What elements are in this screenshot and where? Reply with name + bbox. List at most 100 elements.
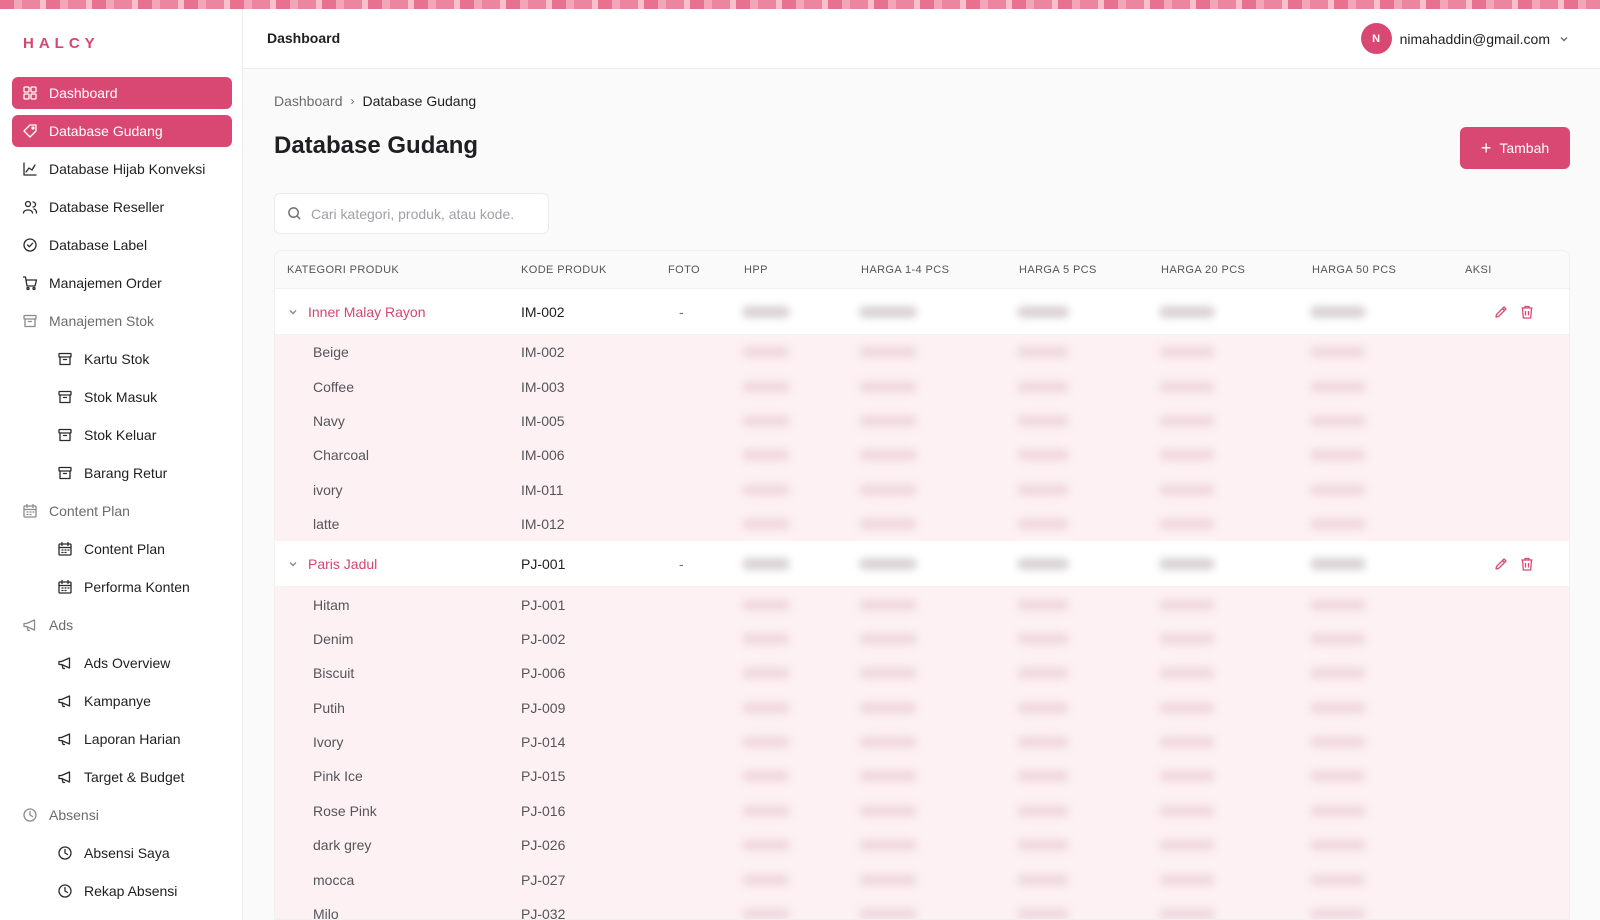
variant-row: Navy IM-005 bbox=[275, 403, 1569, 439]
variant-code: PJ-001 bbox=[521, 596, 566, 613]
sidebar-item-ads-overview[interactable]: Ads Overview bbox=[12, 647, 232, 679]
page-title: Database Gudang bbox=[274, 132, 479, 159]
redacted-price bbox=[1017, 839, 1069, 852]
table-row: Paris Jadul PJ-001 - bbox=[275, 541, 1569, 588]
sidebar-item-barang-retur[interactable]: Barang Retur bbox=[12, 457, 232, 489]
sidebar-item-stok-keluar[interactable]: Stok Keluar bbox=[12, 419, 232, 451]
variant-name: ivory bbox=[313, 481, 343, 498]
redacted-price bbox=[1159, 632, 1215, 645]
sidebar-item-database-gudang[interactable]: Database Gudang bbox=[12, 115, 232, 147]
category-toggle[interactable]: Inner Malay Rayon bbox=[287, 304, 426, 320]
search-input[interactable] bbox=[311, 205, 531, 222]
variant-row: Denim PJ-002 bbox=[275, 621, 1569, 657]
sidebar-item-content-plan[interactable]: Content Plan bbox=[12, 533, 232, 565]
redacted-price bbox=[1017, 770, 1069, 783]
sidebar: HALCY Dashboard Database Gudang Database H… bbox=[0, 9, 243, 920]
top-decorative-strip bbox=[0, 0, 1600, 9]
sidebar-item-ads[interactable]: Ads bbox=[12, 609, 232, 641]
variant-name: Charcoal bbox=[313, 447, 370, 464]
category-toggle[interactable]: Paris Jadul bbox=[287, 556, 377, 572]
redacted-price bbox=[1310, 380, 1366, 393]
redacted-price bbox=[1159, 736, 1215, 749]
variant-name: Ivory bbox=[313, 734, 344, 751]
sidebar-item-content-plan[interactable]: Content Plan bbox=[12, 495, 232, 527]
sidebar-item-database-reseller[interactable]: Database Reseller bbox=[12, 191, 232, 223]
redacted-price bbox=[1310, 770, 1366, 783]
redacted-price bbox=[1159, 380, 1215, 393]
cart-icon bbox=[22, 275, 38, 291]
redacted-price bbox=[859, 483, 917, 496]
sidebar-item-rekap-absensi[interactable]: Rekap Absensi bbox=[12, 875, 232, 907]
redacted-price bbox=[1310, 598, 1366, 611]
redacted-price bbox=[1017, 804, 1069, 817]
column-header: HARGA 1-4 PCS bbox=[861, 264, 950, 276]
sidebar-item-manajemen-order[interactable]: Manajemen Order bbox=[12, 267, 232, 299]
variant-code: PJ-027 bbox=[521, 871, 566, 888]
redacted-price bbox=[742, 667, 790, 680]
redacted-price bbox=[1017, 598, 1069, 611]
sidebar-item-kartu-stok[interactable]: Kartu Stok bbox=[12, 343, 232, 375]
calendar-icon bbox=[22, 503, 38, 519]
column-header: KODE PRODUK bbox=[521, 264, 607, 276]
redacted-price bbox=[1017, 380, 1069, 393]
variant-row: Charcoal IM-006 bbox=[275, 438, 1569, 473]
sidebar-item-database-label[interactable]: Database Label bbox=[12, 229, 232, 261]
breadcrumb-parent[interactable]: Dashboard bbox=[274, 93, 343, 109]
redacted-price bbox=[1159, 449, 1215, 462]
trash-icon[interactable] bbox=[1519, 304, 1535, 320]
redacted-price bbox=[1159, 701, 1215, 714]
archive-icon bbox=[22, 313, 38, 329]
redacted-price bbox=[859, 305, 917, 318]
chevron-down-icon bbox=[289, 561, 297, 567]
variant-name: Navy bbox=[313, 412, 345, 429]
redacted-price bbox=[1310, 873, 1366, 886]
sidebar-item-label: Manajemen Stok bbox=[49, 313, 155, 329]
sidebar-item-performa-konten[interactable]: Performa Konten bbox=[12, 571, 232, 603]
redacted-price bbox=[859, 667, 917, 680]
redacted-price bbox=[1310, 557, 1366, 570]
app-logo: HALCY bbox=[23, 35, 100, 52]
sidebar-item-dashboard[interactable]: Dashboard bbox=[12, 77, 232, 109]
sidebar-item-manajemen-stok[interactable]: Manajemen Stok bbox=[12, 305, 232, 337]
column-header: HPP bbox=[744, 264, 768, 276]
user-email: nimahaddin@gmail.com bbox=[1399, 30, 1550, 47]
sidebar-item-absensi-saya[interactable]: Absensi Saya bbox=[12, 837, 232, 869]
redacted-price bbox=[1017, 873, 1069, 886]
avatar: N bbox=[1360, 23, 1392, 54]
variant-row: Hitam PJ-001 bbox=[275, 587, 1569, 622]
breadcrumb: Dashboard › Database Gudang bbox=[274, 93, 476, 109]
users-icon bbox=[22, 199, 38, 215]
redacted-price bbox=[742, 839, 790, 852]
redacted-price bbox=[859, 414, 917, 427]
redacted-price bbox=[742, 804, 790, 817]
sidebar-item-label: Database Gudang bbox=[49, 123, 163, 139]
product-photo: - bbox=[679, 555, 684, 572]
redacted-price bbox=[1017, 518, 1069, 531]
add-button[interactable]: + Tambah bbox=[1460, 127, 1570, 169]
redacted-price bbox=[1159, 598, 1215, 611]
sidebar-item-absensi[interactable]: Absensi bbox=[12, 799, 232, 831]
redacted-price bbox=[742, 598, 790, 611]
sidebar-item-laporan-harian[interactable]: Laporan Harian bbox=[12, 723, 232, 755]
variant-name: mocca bbox=[313, 871, 355, 888]
redacted-price bbox=[859, 701, 917, 714]
archive-icon bbox=[57, 427, 73, 443]
archive-icon bbox=[57, 351, 73, 367]
redacted-price bbox=[742, 483, 790, 496]
breadcrumb-separator: › bbox=[350, 94, 355, 108]
sidebar-item-database-hijab-konveksi[interactable]: Database Hijab Konveksi bbox=[12, 153, 232, 185]
redacted-price bbox=[1310, 305, 1366, 318]
sidebar-item-kampanye[interactable]: Kampanye bbox=[12, 685, 232, 717]
user-menu[interactable]: N nimahaddin@gmail.com bbox=[1360, 23, 1570, 54]
trash-icon[interactable] bbox=[1519, 556, 1535, 572]
redacted-price bbox=[1159, 483, 1215, 496]
redacted-price bbox=[859, 518, 917, 531]
table-body: Inner Malay Rayon IM-002 - Beige IM-002 Coffe… bbox=[275, 289, 1569, 919]
redacted-price bbox=[859, 557, 917, 570]
edit-icon[interactable] bbox=[1493, 556, 1509, 572]
sidebar-item-target-budget[interactable]: Target & Budget bbox=[12, 761, 232, 793]
edit-icon[interactable] bbox=[1493, 304, 1509, 320]
sidebar-item-stok-masuk[interactable]: Stok Masuk bbox=[12, 381, 232, 413]
redacted-price bbox=[1017, 667, 1069, 680]
variant-name: Putih bbox=[313, 699, 345, 716]
